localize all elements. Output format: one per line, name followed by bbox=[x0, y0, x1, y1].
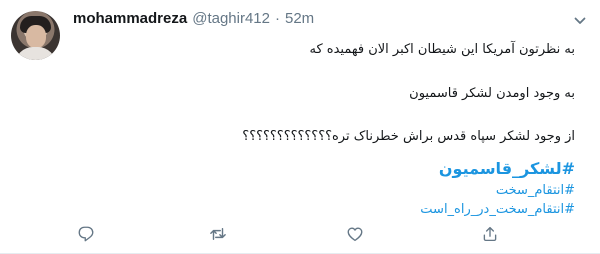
like-icon[interactable] bbox=[345, 224, 365, 244]
hashtag-link[interactable]: #انتقام_سخت bbox=[75, 181, 575, 200]
share-icon[interactable] bbox=[480, 224, 500, 244]
tweet-line-3: از وجود لشکر سپاه قدس براش خطرناک تره؟؟؟… bbox=[242, 129, 575, 144]
retweet-icon[interactable] bbox=[208, 224, 228, 244]
username[interactable]: @taghir412 bbox=[192, 10, 270, 27]
tweet-card[interactable]: mohammadreza @taghir412 · 52m به نظرتون … bbox=[0, 0, 600, 254]
hashtag-link[interactable]: #انتقام_سخت_در_راه_است bbox=[75, 200, 575, 219]
display-name[interactable]: mohammadreza bbox=[73, 10, 187, 27]
avatar[interactable] bbox=[11, 11, 60, 60]
timestamp[interactable]: 52m bbox=[285, 10, 314, 27]
tweet-line-1: به نظرتون آمریکا این شیطان اکبر الان فهم… bbox=[309, 42, 575, 57]
tweet-text: به نظرتون آمریکا این شیطان اکبر الان فهم… bbox=[75, 38, 575, 219]
tweet-actions bbox=[70, 224, 510, 244]
tweet-header: mohammadreza @taghir412 · 52m bbox=[73, 10, 314, 30]
header-separator: · bbox=[275, 10, 280, 27]
avatar-face bbox=[26, 25, 46, 48]
hashtag-link[interactable]: #لشکر_قاسمیون bbox=[75, 157, 575, 181]
reply-icon[interactable] bbox=[76, 224, 96, 244]
avatar-shirt bbox=[15, 47, 56, 60]
chevron-down-icon[interactable] bbox=[572, 13, 588, 29]
tweet-line-2: به وجود اومدن لشکر قاسمیون bbox=[409, 86, 575, 101]
